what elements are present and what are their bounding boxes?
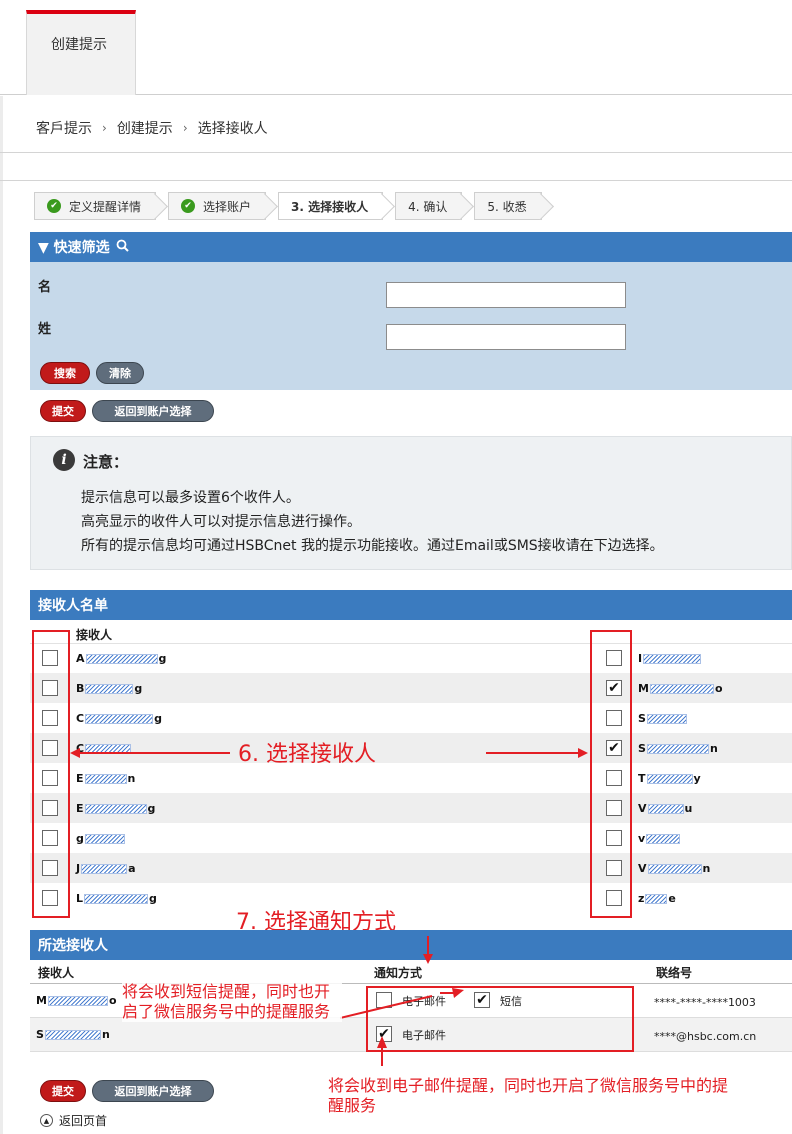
recipient-name: v (638, 832, 681, 845)
recipient-name: Sn (36, 1028, 110, 1041)
step-define-details: ✔ 定义提醒详情 (34, 192, 157, 220)
step-confirm: 4. 确认 (395, 192, 463, 220)
first-name-input[interactable] (386, 282, 626, 308)
column-recipient: 接收人 (38, 966, 75, 980)
annotation-email-note: 将会收到电子邮件提醒，同时也开启了微信服务号中的提醒服务 (328, 1076, 729, 1115)
recipient-name: Lg (76, 892, 157, 905)
step-label: 选择账户 (203, 199, 252, 214)
info-icon: i (53, 449, 75, 471)
tab-create-alert[interactable]: 创建提示 (26, 10, 136, 95)
recipient-name: En (76, 772, 136, 785)
breadcrumb-separator: › (102, 121, 107, 135)
breadcrumb-item-select-recipients: 选择接收人 (197, 121, 268, 137)
recipient-name: Vn (638, 862, 711, 875)
contact-number: ****-****-****1003 (654, 996, 756, 1009)
step-select-recipients: 3. 选择接收人 (278, 192, 384, 220)
back-to-accounts-button-bottom[interactable]: 返回到账户选择 (92, 1080, 214, 1102)
recipient-name: Vu (638, 802, 693, 815)
notice-title: 注意： (83, 453, 129, 471)
annotation-arrows-step7 (340, 936, 464, 1066)
highlight-box-left-checkboxes (32, 630, 70, 918)
recipient-list-title: 接收人名单 (38, 598, 108, 614)
back-to-top-link[interactable]: ▲ 返回页首 (40, 1112, 107, 1129)
search-button[interactable]: 搜索 (40, 362, 90, 384)
clear-button[interactable]: 清除 (96, 362, 144, 384)
step-select-account: ✔ 选择账户 (168, 192, 267, 220)
breadcrumb-item-client-alerts[interactable]: 客戶提示 (36, 118, 92, 138)
recipient-name: Ty (638, 772, 701, 785)
recipient-name: Sn (638, 742, 718, 755)
check-icon: ✔ (47, 199, 61, 213)
recipient-name: S (638, 712, 688, 725)
recipient-name: Mo (638, 682, 723, 695)
recipient-name: Bg (76, 682, 143, 695)
left-edge (0, 96, 3, 1134)
search-icon (116, 239, 129, 256)
step-label: 4. 确认 (408, 199, 448, 214)
step-label: 5. 收悉 (487, 199, 527, 214)
check-icon: ✔ (181, 199, 196, 213)
back-to-accounts-button[interactable]: 返回到账户选择 (92, 400, 214, 422)
back-to-top-label: 返回页首 (59, 1114, 108, 1128)
step-label: 3. 选择接收人 (291, 199, 369, 214)
submit-button-bottom[interactable]: 提交 (40, 1080, 86, 1102)
column-contact-number: 联络号 (656, 966, 693, 980)
contact-email: ****@hsbc.com.cn (654, 1030, 757, 1043)
recipient-name: g (76, 832, 126, 845)
divider (0, 180, 792, 181)
tab-label: 创建提示 (51, 37, 107, 53)
recipient-name: Cg (76, 712, 162, 725)
selected-recipients-title: 所选接收人 (38, 938, 108, 954)
recipient-name: Ag (76, 652, 167, 665)
divider (0, 152, 792, 153)
first-name-label: 名 (38, 280, 52, 295)
breadcrumb-separator: › (182, 121, 188, 135)
highlight-box-right-checkboxes (590, 630, 632, 918)
breadcrumb-item-create-alert[interactable]: 创建提示 (117, 118, 173, 138)
recipient-list-header: 接收人名单 (30, 590, 792, 620)
recipient-column-header: 接收人 (76, 628, 113, 642)
notice-box: i 注意： 提示信息可以最多设置6个收件人。 高亮显示的收件人可以对提示信息进行… (30, 436, 792, 570)
breadcrumb: 客戶提示 › 创建提示 › 选择接收人 (36, 118, 268, 138)
recipient-name: Eg (76, 802, 156, 815)
annotation-step6: 6. 选择接收人 (238, 742, 376, 767)
recipient-name: I (638, 652, 702, 665)
last-name-label: 姓 (38, 322, 52, 337)
recipient-name: ze (638, 892, 676, 905)
quick-filter-header[interactable]: ▼ 快速筛选 (30, 232, 792, 262)
notice-line: 高亮显示的收件人可以对提示信息进行操作。 (81, 514, 361, 530)
step-progress: ✔ 定义提醒详情 ✔ 选择账户 3. 选择接收人 4. 确认 5. 收悉 (34, 192, 554, 220)
step-label: 定义提醒详情 (69, 199, 142, 214)
recipient-name: Mo (36, 994, 117, 1007)
notice-line: 提示信息可以最多设置6个收件人。 (81, 490, 300, 506)
submit-button[interactable]: 提交 (40, 400, 86, 422)
step-acknowledge: 5. 收悉 (474, 192, 542, 220)
chevron-up-icon: ▲ (40, 1114, 53, 1127)
top-bar: 创建提示 (0, 0, 792, 96)
last-name-input[interactable] (386, 324, 626, 350)
notice-line: 所有的提示信息均可通过HSBCnet 我的提示功能接收。通过Email或SMS接… (81, 538, 664, 554)
quick-filter-title: ▼ 快速筛选 (38, 240, 110, 256)
recipient-name: Ja (76, 862, 136, 875)
annotation-sms-note: 将会收到短信提醒，同时也开启了微信服务号中的提醒服务 (122, 982, 342, 1022)
